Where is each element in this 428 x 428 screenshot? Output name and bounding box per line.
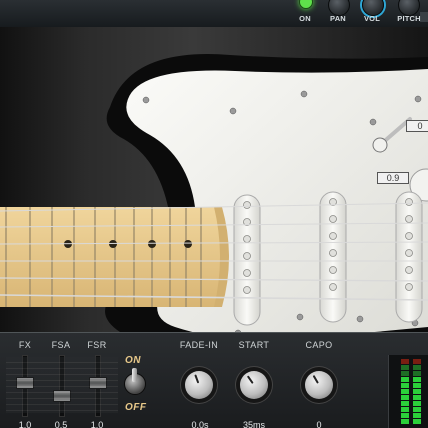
bottom-control-panel: FX FSA FSR 1.0 0.5 1.0 ON OFF FADE-IN ST…: [0, 332, 428, 428]
start-knob[interactable]: [240, 371, 268, 399]
switch-off-label: OFF: [125, 402, 147, 413]
on-label: ON: [299, 14, 311, 23]
fretboard: [0, 207, 222, 307]
slider-scale-ticks: [6, 357, 118, 413]
pan-label: PAN: [330, 14, 346, 23]
value-readout-mid: 0.9: [377, 172, 409, 184]
guitar-display: 0 0.9: [0, 27, 428, 341]
capo-knob[interactable]: [305, 371, 333, 399]
level-meter-left-channel: [401, 359, 409, 425]
fsr-slider-label: FSR: [87, 340, 107, 350]
top-control-bar: ON PAN VOL PITCH: [0, 0, 428, 28]
fx-slider-label: FX: [18, 340, 32, 350]
pitch-label: PITCH: [397, 14, 421, 23]
fx-slider-value: 1.0: [18, 420, 32, 428]
fsr-slider-value: 1.0: [90, 420, 104, 428]
on-off-toggle-switch[interactable]: [124, 368, 146, 395]
fsa-slider-value: 0.5: [54, 420, 68, 428]
start-label: START: [238, 340, 270, 350]
start-value: 35ms: [242, 420, 265, 428]
capo-value: 0: [316, 420, 322, 428]
guitar-illustration: [0, 54, 428, 341]
vol-label: VOL: [363, 14, 381, 23]
toggle-lever-icon: [132, 368, 137, 382]
fade-in-label: FADE-IN: [179, 340, 219, 350]
fade-in-value: 0.0s: [191, 420, 209, 428]
capo-label: CAPO: [305, 340, 333, 350]
value-readout-top: 0: [406, 120, 428, 132]
fsa-slider-label: FSA: [51, 340, 71, 350]
sampler-plugin-window: ON PAN VOL PITCH 0 0.9 FX FSA FSR 1.0 0.…: [0, 0, 428, 428]
switch-on-label: ON: [125, 355, 141, 366]
fade-in-knob[interactable]: [185, 371, 213, 399]
level-meter: [388, 355, 428, 428]
level-meter-right-channel: [413, 359, 421, 425]
on-led-indicator[interactable]: [299, 0, 313, 9]
